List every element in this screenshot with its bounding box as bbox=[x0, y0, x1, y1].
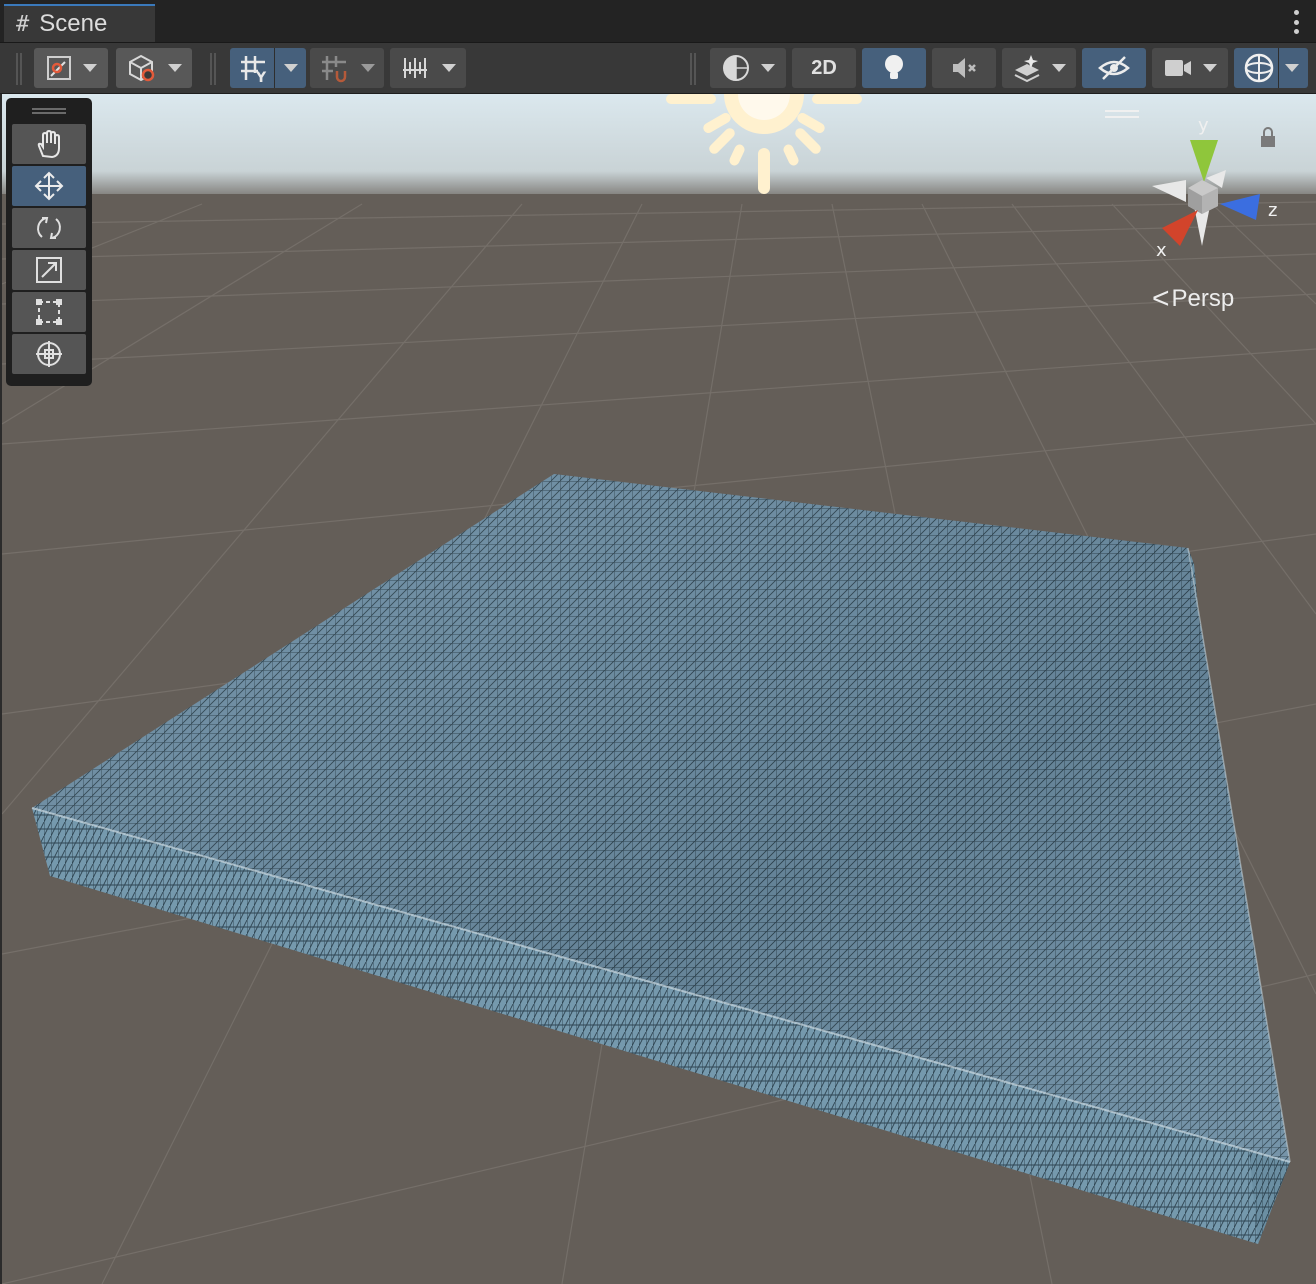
lighting-icon bbox=[885, 55, 903, 79]
chevron-down-icon bbox=[761, 64, 775, 72]
split-divider bbox=[1278, 48, 1279, 88]
x-axis-label: x bbox=[1156, 240, 1167, 261]
z-axis-cone[interactable] bbox=[1220, 194, 1260, 220]
tab-bar: # Scene bbox=[0, 0, 1316, 43]
chevron-down-icon bbox=[442, 64, 456, 72]
z-axis-label: z bbox=[1268, 200, 1277, 221]
shading-mode-button[interactable] bbox=[710, 48, 786, 88]
increment-snap-button[interactable] bbox=[390, 48, 466, 88]
chevron-down-icon bbox=[168, 64, 182, 72]
chevron-down-icon bbox=[1203, 64, 1217, 72]
hand-tool-icon bbox=[37, 129, 60, 159]
rotate-tool-icon bbox=[37, 217, 61, 239]
chevron-down-icon bbox=[1285, 64, 1299, 72]
neg-x-cone[interactable] bbox=[1152, 180, 1186, 202]
rect-tool-button[interactable] bbox=[12, 292, 86, 332]
mode-2d-label: 2D bbox=[811, 56, 837, 79]
gizmo-menu-icon[interactable] bbox=[1105, 110, 1139, 118]
move-tool-button[interactable] bbox=[12, 166, 86, 206]
scene-toolbar: Y 2D bbox=[0, 43, 1316, 94]
rect-tool-icon bbox=[36, 299, 62, 325]
transform-tool-button[interactable] bbox=[12, 334, 86, 374]
grid-snap-icon bbox=[322, 56, 347, 83]
y-axis-label: y bbox=[1198, 115, 1209, 136]
tools-overlay bbox=[6, 98, 92, 386]
scale-tool-button[interactable] bbox=[12, 250, 86, 290]
grid-icon: Y bbox=[241, 56, 267, 83]
transform-tool-icon bbox=[36, 341, 62, 367]
scene-visibility-button[interactable] bbox=[1082, 48, 1146, 88]
mode-2d-button[interactable]: 2D bbox=[792, 48, 856, 88]
shading-icon bbox=[723, 55, 749, 81]
chevron-left-icon: < bbox=[1152, 282, 1170, 315]
projection-toggle[interactable]: < Persp bbox=[1152, 284, 1234, 314]
move-tool-icon bbox=[34, 171, 64, 201]
more-options-icon[interactable] bbox=[1292, 10, 1300, 34]
tab-scene[interactable]: # Scene bbox=[4, 4, 155, 42]
gizmos-icon bbox=[1244, 53, 1274, 83]
projection-label: Persp bbox=[1171, 285, 1235, 312]
chevron-down-icon bbox=[83, 64, 97, 72]
draw-mode-icon bbox=[47, 56, 71, 80]
increment-snap-icon bbox=[403, 58, 427, 78]
orientation-gizmo[interactable]: y z x bbox=[1140, 104, 1300, 264]
lock-icon[interactable] bbox=[1261, 127, 1275, 147]
draw-mode-button[interactable] bbox=[34, 48, 108, 88]
toolbar-grip[interactable] bbox=[16, 53, 22, 85]
chevron-down-icon bbox=[1052, 64, 1066, 72]
visibility-icon bbox=[1098, 56, 1130, 80]
camera-button[interactable] bbox=[1152, 48, 1228, 88]
split-divider bbox=[274, 48, 275, 88]
scale-tool-icon bbox=[36, 257, 62, 283]
overlay-handle[interactable] bbox=[32, 108, 66, 114]
effects-icon bbox=[1014, 55, 1040, 83]
scene-render[interactable] bbox=[2, 94, 1316, 1284]
render-paths-button[interactable] bbox=[116, 48, 192, 88]
audio-button[interactable] bbox=[932, 48, 996, 88]
gizmos-button[interactable] bbox=[1234, 48, 1308, 88]
lighting-button[interactable] bbox=[862, 48, 926, 88]
hand-tool-button[interactable] bbox=[12, 124, 86, 164]
tab-scene-label: Scene bbox=[39, 10, 108, 37]
toolbar-grip[interactable] bbox=[690, 53, 696, 85]
scene-hash-icon: # bbox=[16, 11, 30, 37]
chevron-down-icon bbox=[361, 64, 375, 72]
audio-mute-icon bbox=[953, 58, 976, 78]
rotate-tool-button[interactable] bbox=[12, 208, 86, 248]
effects-button[interactable] bbox=[1002, 48, 1076, 88]
grid-button[interactable]: Y bbox=[230, 48, 306, 88]
render-paths-icon bbox=[129, 54, 155, 82]
svg-text:Y: Y bbox=[255, 70, 267, 83]
toolbar-grip[interactable] bbox=[210, 53, 216, 85]
x-axis-cone[interactable] bbox=[1162, 210, 1198, 246]
scene-viewport[interactable] bbox=[2, 94, 1316, 1284]
chevron-down-icon bbox=[284, 64, 298, 72]
camera-icon bbox=[1165, 60, 1191, 76]
grid-snap-button[interactable] bbox=[310, 48, 384, 88]
